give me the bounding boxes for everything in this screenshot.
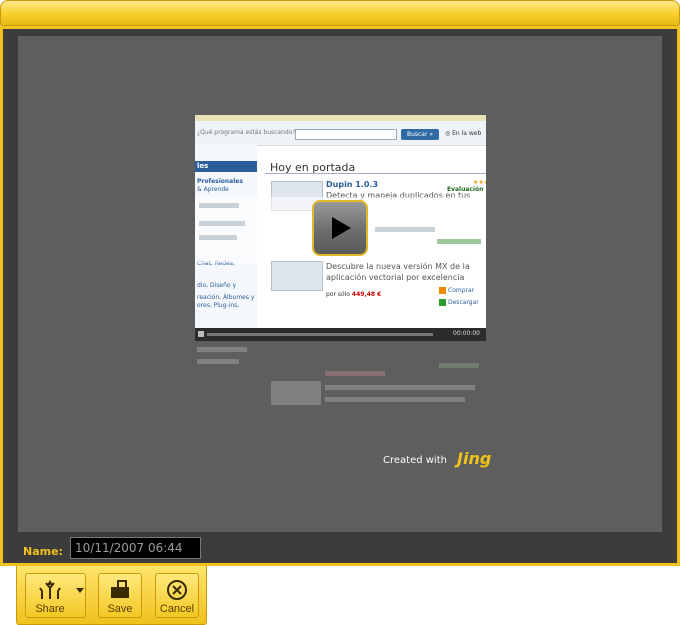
thumbnail-price: por sólo 449,48 € (326, 291, 381, 298)
thumbnail-search-label: ¿Qué programa estás buscando? (197, 129, 296, 136)
thumbnail-eval-label: Evaluación (447, 186, 484, 193)
name-label: Name: (23, 545, 63, 558)
title-bar[interactable] (0, 0, 680, 26)
preview-stage: ¿Qué programa estás buscando? Buscar » ◎… (18, 36, 662, 532)
share-button[interactable]: Share (25, 573, 86, 618)
share-dropdown-icon[interactable] (76, 588, 84, 593)
cancel-label: Cancel (159, 603, 195, 615)
name-input[interactable] (70, 537, 201, 559)
share-label: Share (35, 603, 65, 615)
player-play-icon (198, 331, 204, 337)
thumbnail-sidebar-heading: les (195, 161, 257, 172)
rating-stars: ★★★★☆ (473, 179, 486, 186)
cart-icon (439, 287, 446, 294)
thumbnail-price-label: por sólo (326, 291, 350, 298)
thumbnail-web-label: ◎ En la web (445, 130, 482, 137)
player-time: 00:00:00 (453, 330, 480, 337)
thumbnail-sidebar-item: reación, Álbumes y (197, 294, 255, 301)
share-icon (39, 580, 61, 599)
thumbnail-sidebar-item: ores, Plug-ins, (197, 302, 240, 309)
player-progress (207, 333, 433, 336)
save-label: Save (107, 603, 133, 615)
thumbnail-product-desc-line1: Descubre la nueva versión MX de la (326, 262, 470, 271)
thumbnail-app-title: Dupin 1.0.3 (326, 180, 379, 189)
thumbnail-sidebar-item: dio, Diseño y (197, 282, 236, 289)
thumbnail-product-desc-line2: aplicación vectorial por excelencia (326, 273, 465, 282)
thumbnail-product-desc: Descubre la nueva versión MX de la aplica… (326, 261, 470, 283)
thumbnail-buy-label: Comprar (448, 287, 475, 294)
thumbnail-reflection (195, 341, 486, 431)
close-icon (167, 580, 187, 600)
play-button[interactable] (312, 200, 368, 256)
created-with-label: Created with (383, 455, 447, 466)
save-icon (111, 580, 129, 598)
thumbnail-search-box (295, 129, 397, 140)
download-icon (439, 299, 446, 306)
video-player-bar: 00:00:00 (195, 328, 486, 341)
thumbnail-search-button: Buscar » (401, 129, 439, 140)
thumbnail-app-screenshot (271, 261, 323, 291)
action-toolbar: Share Save Cancel (16, 566, 207, 625)
capture-window-frame: ¿Qué programa estás buscando? Buscar » ◎… (0, 26, 680, 566)
thumbnail-divider (265, 173, 486, 174)
jing-logo: Jing (457, 449, 492, 468)
thumbnail-sidebar-item: Profesionales (197, 178, 243, 185)
capture-panel: ¿Qué programa estás buscando? Buscar » ◎… (3, 29, 677, 563)
thumbnail-search-bar: ¿Qué programa estás buscando? Buscar » ◎… (195, 121, 486, 146)
cancel-button[interactable]: Cancel (155, 573, 199, 618)
thumbnail-price-value: 449,48 € (351, 291, 382, 298)
save-button[interactable]: Save (98, 573, 142, 618)
play-icon (332, 217, 351, 239)
thumbnail-buy-link: Comprar (439, 287, 474, 294)
thumbnail-download-label: Descargar (448, 299, 479, 306)
thumbnail-download-link: Descargar (439, 299, 479, 306)
thumbnail-sidebar-item: & Aprende (197, 186, 229, 193)
